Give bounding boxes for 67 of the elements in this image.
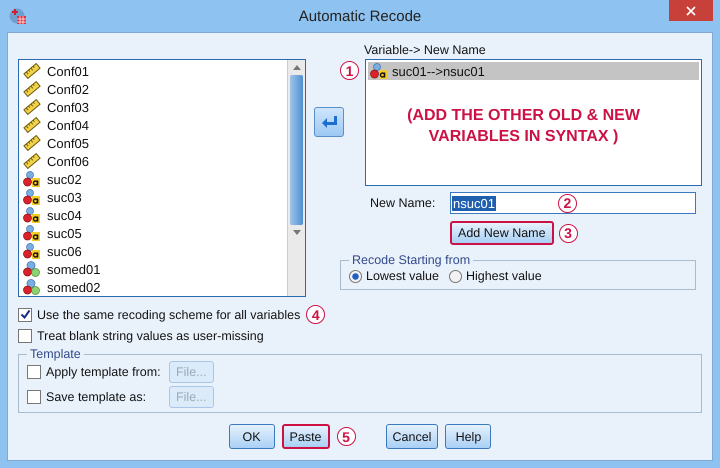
add-new-name-button[interactable]: Add New Name [450,221,554,245]
string-variable-icon [23,207,41,223]
variable-name: suc02 [47,172,82,186]
new-name-label: New Name: [370,196,436,210]
variable-name: suc04 [47,208,82,222]
variable-name: somed01 [47,262,100,276]
variable-item[interactable]: somed01 [23,260,283,278]
group-title: Template [29,347,82,361]
callout-number: 3 [558,224,578,242]
variable-item[interactable]: Conf02 [23,80,283,98]
variable-item[interactable]: Conf01 [23,62,283,80]
scroll-down-icon[interactable] [292,230,300,235]
variable-name: suc03 [47,190,82,204]
checkbox-option[interactable]: Use the same recoding scheme for all variables [18,308,300,322]
dialog-button[interactable]: Help [445,424,492,449]
variable-item[interactable]: suc02 [23,170,283,188]
dialog-button[interactable]: Cancel [386,424,438,449]
scroll-up-icon[interactable] [292,65,300,70]
group-title: Recode Starting from [351,253,472,267]
variable-item[interactable]: Conf05 [23,134,283,152]
arrow-icon [321,115,337,129]
variable-item[interactable]: somed02 [23,278,283,296]
dialog-button[interactable]: OK [228,424,275,449]
variable-item[interactable]: suc06 [23,242,283,260]
variable-name: suc06 [47,244,82,258]
checkbox-option[interactable]: Treat blank string values as user-missing [18,329,264,343]
app-icon [9,7,27,25]
check-icon [20,309,30,320]
variable-item[interactable]: suc05 [23,224,283,242]
new-name-field[interactable]: nsuc01 2 [450,192,696,214]
window-title: Automatic Recode [298,8,422,24]
string-variable-icon [23,189,41,205]
variable-name: suc05 [47,226,82,240]
radio-option[interactable]: Highest value [448,269,542,283]
radio-option[interactable]: Lowest value [349,269,439,283]
target-item[interactable]: suc01-->nsuc01 [368,62,699,80]
variable-name: somed02 [47,280,100,294]
list-label: Variable-> New Name [364,43,487,59]
string-variable-icon [23,171,41,187]
close-button[interactable] [669,0,713,21]
close-icon [686,6,696,16]
variable-item[interactable]: suc04 [23,206,283,224]
nominal-variable-icon [23,261,41,277]
scrollbar-thumb[interactable] [290,75,303,225]
variable-name: Conf02 [47,82,89,96]
variable-name: Conf06 [47,154,89,168]
string-variable-icon [23,225,41,241]
callout-number: 4 [306,305,326,324]
string-variable-icon [370,63,388,79]
dialog-button[interactable]: Paste [282,424,330,449]
nominal-variable-icon [23,279,41,295]
variable-item[interactable]: suc03 [23,188,283,206]
target-text: suc01-->nsuc01 [392,64,485,78]
callout-number: 2 [558,194,577,212]
scrollbar[interactable] [287,60,305,296]
callout-number: 1 [340,61,359,80]
variable-name: Conf01 [47,64,89,78]
variable-item[interactable]: Conf03 [23,98,283,116]
variable-name: Conf04 [47,118,89,132]
annotation-text: (ADD THE OTHER OLD & NEW VARIABLES IN SYNTAX ) [406,106,641,147]
variable-name: Conf03 [47,100,89,114]
variable-item[interactable]: Conf06 [23,152,283,170]
callout-number: 5 [336,427,356,446]
variable-name: Conf05 [47,136,89,150]
move-button[interactable] [314,107,344,137]
variable-item[interactable]: Conf04 [23,116,283,134]
string-variable-icon [23,243,41,259]
